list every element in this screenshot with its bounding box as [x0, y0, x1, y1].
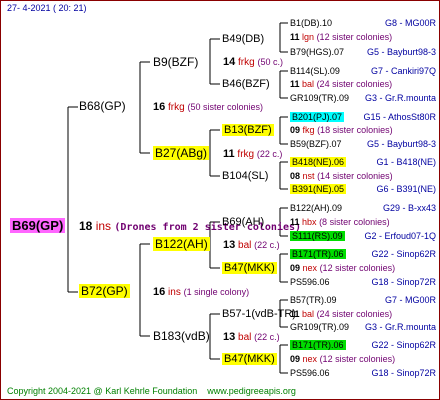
- gen3-item-b47b[interactable]: B47(MKK): [222, 353, 277, 365]
- gen4-row-10-loc: G22 - Sinop62R: [371, 249, 436, 259]
- gen4-row-11[interactable]: PS596.06: [290, 276, 330, 288]
- gen4-row-6[interactable]: B418(NE).06: [290, 156, 347, 168]
- gen4-row-15[interactable]: PS596.06: [290, 367, 330, 379]
- gen3-item-b47[interactable]: B47(MKK): [222, 262, 277, 274]
- gen4-row-1-loc: G5 - Bayburt98-3: [366, 47, 436, 57]
- footer: Copyright 2004-2021 @ Karl Kehrle Founda…: [7, 385, 296, 397]
- gen4-row-7-loc: G6 - B391(NE): [376, 184, 436, 194]
- gen4-row-14-loc: G22 - Sinop62R: [371, 340, 436, 350]
- gen4-row-10[interactable]: B171(TR).06: [290, 248, 346, 260]
- gen4-row-6-loc: G1 - B418(NE): [376, 157, 436, 167]
- root-mating: 18 ins (Drones from 2 sister colonies): [79, 219, 302, 233]
- gen2-item-b183-mating: 13 bal (22 c.): [223, 331, 280, 343]
- gen4-row-4[interactable]: B201(PJ).07: [290, 111, 345, 123]
- gen3-item-b69[interactable]: B69(AH): [222, 216, 264, 228]
- gen4-row-13[interactable]: GR109(TR).09: [290, 321, 349, 333]
- gen4-row-5-loc: G5 - Bayburt98-3: [366, 139, 436, 149]
- gen4-row-14[interactable]: B171(TR).06: [290, 339, 346, 351]
- copyright-text: Copyright 2004-2021 @ Karl Kehrle Founda…: [7, 386, 198, 396]
- gen3-mating-6: 11 bal (24 sister colonies): [290, 309, 393, 319]
- gen1-dam[interactable]: B68(GP): [79, 99, 126, 114]
- gen4-row-8[interactable]: B122(AH).09: [290, 202, 342, 214]
- gen3-item-b57-1[interactable]: B57-1(vdB-TR): [222, 308, 296, 320]
- gen3-item-b13[interactable]: B13(BZF): [222, 124, 274, 136]
- gen3-item-b104[interactable]: B104(SL): [222, 170, 268, 182]
- gen4-row-9[interactable]: S111(RS).09: [290, 230, 345, 242]
- gen4-row-9-loc: G2 - Erfoud07-1Q: [364, 231, 436, 241]
- root-name[interactable]: B69(GP): [10, 218, 66, 233]
- gen1-dam-mating: 16 frkg (50 sister colonies): [153, 101, 264, 113]
- gen4-row-8-loc: G29 - B-xx43: [382, 203, 436, 213]
- gen2-item-b27-mating: 11 frkg (22 c.): [223, 148, 283, 160]
- gen3-item-b49[interactable]: B49(DB): [222, 33, 264, 45]
- gen4-row-0[interactable]: B1(DB).10: [290, 17, 332, 29]
- gen4-row-4-loc: G15 - AthosSt80R: [363, 112, 436, 122]
- gen3-item-b46[interactable]: B46(BZF): [222, 78, 270, 90]
- gen1-sire[interactable]: B72(GP): [79, 284, 130, 299]
- gen3-mating-5: 09 nex (12 sister colonies): [290, 263, 396, 273]
- gen2-item-b27[interactable]: B27(ABg): [153, 146, 210, 161]
- gen3-mating-4: 11 hbx (8 sister colonies): [290, 217, 390, 227]
- gen2-item-b122[interactable]: B122(AH): [153, 237, 210, 252]
- gen3-mating-1: 11 bal (24 sister colonies): [290, 79, 393, 89]
- gen2-item-b9-mating: 14 frkg (50 c.): [223, 56, 283, 68]
- gen4-row-13-loc: G3 - Gr.R.mounta: [364, 322, 436, 332]
- gen4-row-7[interactable]: B391(NE).05: [290, 183, 347, 195]
- gen2-item-b9[interactable]: B9(BZF): [153, 55, 198, 70]
- gen1-sire-mating: 16 ins (1 single colony): [153, 286, 250, 298]
- gen4-row-1[interactable]: B79(HGS).07: [290, 46, 344, 58]
- gen4-row-11-loc: G18 - Sinop72R: [371, 277, 436, 287]
- gen4-row-12[interactable]: B57(TR).09: [290, 294, 337, 306]
- gen2-item-b183[interactable]: B183(vdB): [153, 329, 210, 344]
- gen2-item-b122-mating: 13 bal (22 c.): [223, 239, 280, 251]
- gen3-mating-2: 09 fkg (18 sister colonies): [290, 125, 393, 135]
- gen4-row-2[interactable]: B114(SL).09: [290, 65, 340, 77]
- gen3-mating-3: 08 nst (14 sister colonies): [290, 171, 393, 181]
- gen4-row-2-loc: G7 - Cankiri97Q: [370, 66, 436, 76]
- gen4-row-5[interactable]: B59(BZF).07: [290, 138, 342, 150]
- gen4-row-3-loc: G3 - Gr.R.mounta: [364, 93, 436, 103]
- gen4-row-15-loc: G18 - Sinop72R: [371, 368, 436, 378]
- root-queen[interactable]: B69(GP): [10, 218, 66, 234]
- gen3-mating-0: 11 lgn (12 sister colonies): [290, 32, 393, 42]
- gen4-row-0-loc: G8 - MG00R: [384, 18, 436, 28]
- site-link[interactable]: www.pedigreeapis.org: [207, 386, 296, 396]
- gen3-mating-7: 09 nex (12 sister colonies): [290, 354, 396, 364]
- gen4-row-3[interactable]: GR109(TR).09: [290, 92, 349, 104]
- gen4-row-12-loc: G7 - MG00R: [384, 295, 436, 305]
